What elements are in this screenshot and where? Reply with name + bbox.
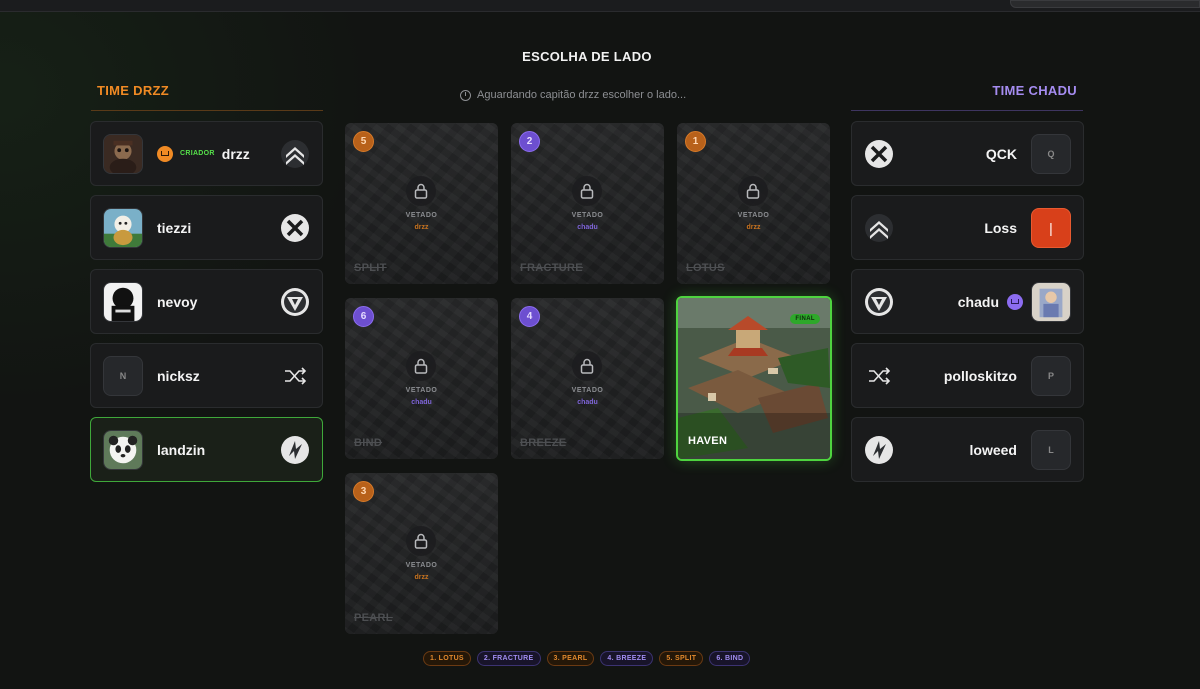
shuffle-icon [864,361,894,391]
avatar: Q [1031,133,1071,174]
player-name: polloskitzo [943,367,1017,384]
lock-icon [406,351,436,381]
timer-icon [460,89,471,101]
player-card-loweed[interactable]: loweed L [851,417,1084,482]
team-left-header: TIME DRZZ [91,83,323,111]
x-circle-icon [280,213,310,243]
vetoed-by: chadu [411,399,432,406]
map-card-breeze[interactable]: 4 VETADO chadu BREEZE [511,298,664,459]
triangle-down-icon [280,287,310,317]
veto-history-item: 6. BIND [709,651,751,666]
scroll-indicator[interactable] [1010,0,1200,8]
status-text: Aguardando capitão drzz escolher o lado.… [477,89,687,101]
avatar [1031,281,1071,322]
veto-status: VETADO [571,212,604,219]
map-name: SPLIT [354,262,387,274]
team-right-header: TIME CHADU [851,83,1083,111]
avatar [103,281,143,322]
vetoed-by: drzz [414,574,429,581]
player-name: nevoy [157,293,198,310]
map-name: LOTUS [686,262,725,274]
player-name: QCK [985,145,1017,162]
map-card-fracture[interactable]: 2 VETADO chadu FRACTURE [511,123,664,284]
veto-order-badge: 5 [353,131,374,152]
avatar: | [1031,207,1071,248]
map-name: BIND [354,437,383,449]
map-name: PEARL [354,612,393,624]
lock-icon [406,176,436,206]
crown-icon [1007,293,1023,310]
avatar [103,133,143,174]
chevron-up-icon [280,139,310,169]
player-name: landzin [157,441,206,458]
player-card-tiezzi[interactable]: tiezzi [90,195,323,260]
player-name: loweed [969,441,1017,458]
player-card-loss[interactable]: Loss | [851,195,1084,260]
map-name: BREEZE [520,437,567,449]
creator-badge: CRIADOR [180,150,215,157]
player-card-nevoy[interactable]: nevoy [90,269,323,334]
final-badge: FINAL [790,314,820,324]
status-message: Aguardando capitão drzz escolher o lado.… [460,89,686,101]
lock-icon [572,351,602,381]
player-card-polloskitzo[interactable]: polloskitzo P [851,343,1084,408]
veto-history-item: 2. FRACTURE [476,651,541,666]
map-card-split[interactable]: 5 VETADO drzz SPLIT [345,123,498,284]
shuffle-icon [280,361,310,391]
lock-icon [738,176,768,206]
player-card-landzin[interactable]: landzin [90,417,323,482]
player-name: Loss [984,219,1017,236]
player-name: tiezzi [157,219,192,236]
veto-order-badge: 1 [685,131,706,152]
vetoed-by: drzz [746,224,761,231]
vetoed-by: chadu [577,224,598,231]
map-card-bind[interactable]: 6 VETADO chadu BIND [345,298,498,459]
avatar: L [1031,429,1071,470]
vetoed-by: chadu [577,399,598,406]
player-name: chadu [957,293,999,310]
triangle-down-icon [864,287,894,317]
veto-order-badge: 6 [353,306,374,327]
veto-order-badge: 3 [353,481,374,502]
veto-history-item: 5. SPLIT [659,651,704,666]
player-name: nicksz [157,367,200,384]
veto-status: VETADO [571,387,604,394]
avatar [103,207,143,248]
veto-status: VETADO [737,212,770,219]
player-card-nicksz[interactable]: N nicksz [90,343,323,408]
map-card-haven[interactable]: FINAL HAVEN [676,296,832,461]
chevron-up-icon [864,213,894,243]
page-title: ESCOLHA DE LADO [522,49,652,64]
veto-order-badge: 2 [519,131,540,152]
x-circle-icon [864,139,894,169]
vetoed-by: drzz [414,224,429,231]
veto-history: 1. LOTUS 2. FRACTURE 3. PEARL 4. BREEZE … [423,651,751,666]
avatar: P [1031,355,1071,396]
lock-icon [406,526,436,556]
lock-icon [572,176,602,206]
player-card-chadu[interactable]: chadu [851,269,1084,334]
avatar: N [103,355,143,396]
player-card-drzz[interactable]: CRIADOR drzz [90,121,323,186]
veto-status: VETADO [405,387,438,394]
swirl-icon [864,435,894,465]
veto-history-item: 3. PEARL [546,651,595,666]
veto-status: VETADO [405,562,438,569]
player-name: drzz [221,145,250,162]
map-card-lotus[interactable]: 1 VETADO drzz LOTUS [677,123,830,284]
crown-icon [157,145,173,162]
veto-status: VETADO [405,212,438,219]
swirl-icon [280,435,310,465]
map-card-pearl[interactable]: 3 VETADO drzz PEARL [345,473,498,634]
avatar [103,429,143,470]
veto-history-item: 1. LOTUS [423,651,471,666]
veto-history-item: 4. BREEZE [600,651,654,666]
browser-top-bar [0,0,1200,12]
veto-order-badge: 4 [519,306,540,327]
map-name: FRACTURE [520,262,583,274]
player-card-qck[interactable]: QCK Q [851,121,1084,186]
map-name: HAVEN [688,435,728,447]
